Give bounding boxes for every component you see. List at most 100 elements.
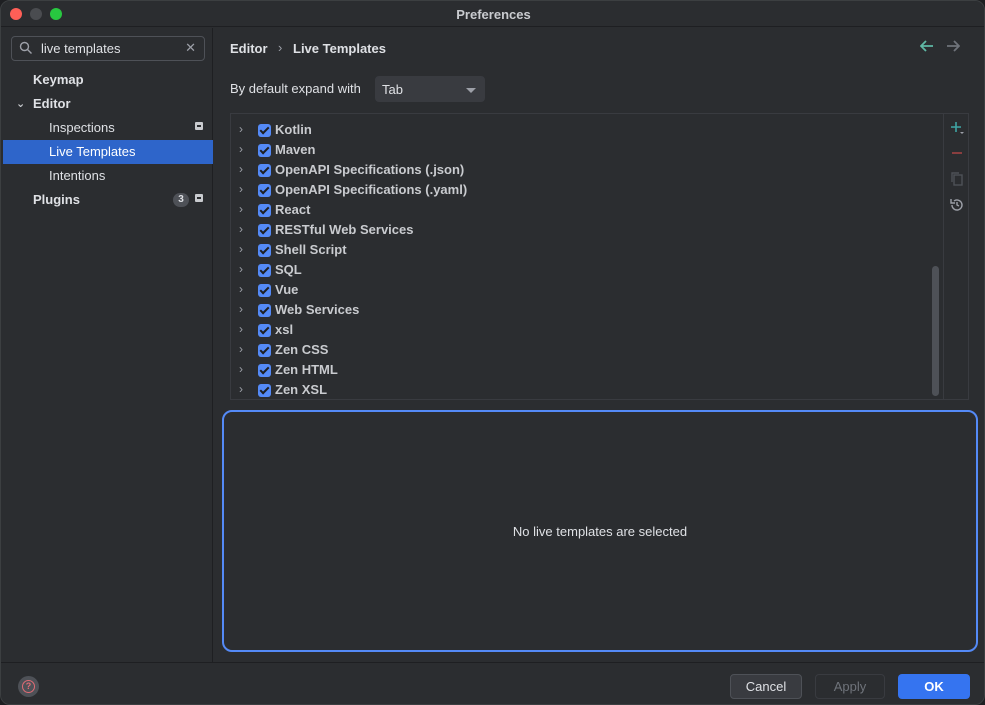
template-details-panel: No live templates are selected [222,410,978,652]
template-group-row[interactable]: › Web Services [231,300,943,320]
breadcrumb-live-templates: Live Templates [293,41,386,56]
chevron-right-icon[interactable]: › [239,362,243,376]
search-icon [19,41,32,54]
chevron-right-icon[interactable]: › [239,302,243,316]
chevron-right-icon[interactable]: › [239,322,243,336]
template-group-label: SQL [275,262,302,277]
sidebar-item-label: Inspections [49,120,115,135]
settings-search-field[interactable]: live templates ✕ [11,36,205,61]
group-enabled-checkbox[interactable] [258,124,271,137]
live-templates-content: By default expand with Tab › Kotlin › Maven… [214,64,984,662]
tree-toolbar [943,114,968,399]
chevron-right-icon[interactable]: › [239,202,243,216]
template-groups-tree[interactable]: › Kotlin › Maven › OpenAPI Specifications (.j… [230,113,969,400]
chevron-right-icon[interactable]: › [239,282,243,296]
template-group-row[interactable]: › Maven [231,140,943,160]
chevron-right-icon[interactable]: › [239,142,243,156]
template-group-row[interactable]: › SQL [231,260,943,280]
chevron-right-icon[interactable]: › [239,222,243,236]
back-arrow-icon[interactable] [920,40,934,52]
project-scope-icon [195,194,203,202]
template-group-row[interactable]: › OpenAPI Specifications (.json) [231,160,943,180]
template-group-row[interactable]: › Zen CSS [231,340,943,360]
expand-with-label: By default expand with [230,81,361,96]
copy-icon[interactable] [949,171,965,187]
template-group-label: Zen CSS [275,342,329,357]
chevron-right-icon[interactable]: › [239,242,243,256]
help-icon: ? [22,680,35,693]
template-group-row[interactable]: › xsl [231,320,943,340]
sidebar-item-plugins[interactable]: Plugins 3 [3,188,213,212]
group-enabled-checkbox[interactable] [258,244,271,257]
group-enabled-checkbox[interactable] [258,264,271,277]
template-group-label: Zen HTML [275,362,338,377]
template-group-label: OpenAPI Specifications (.json) [275,162,465,177]
chevron-right-icon[interactable]: › [239,122,243,136]
sidebar-item-label: Intentions [49,168,106,183]
breadcrumb-editor[interactable]: Editor [230,41,268,56]
help-button[interactable]: ? [18,676,39,697]
chevron-down-icon[interactable]: ⌄ [16,92,25,116]
group-enabled-checkbox[interactable] [258,144,271,157]
title-bar: Preferences [1,1,984,27]
breadcrumb: Editor › Live Templates [214,28,984,64]
project-scope-icon [195,122,203,130]
group-enabled-checkbox[interactable] [258,384,271,397]
template-group-label: Web Services [275,302,360,317]
chevron-right-icon[interactable]: › [239,342,243,356]
sidebar-item-editor[interactable]: ⌄ Editor [3,92,213,116]
template-group-row[interactable]: › Zen HTML [231,360,943,380]
sidebar-item-keymap[interactable]: Keymap [3,68,213,92]
remove-icon[interactable] [949,145,965,161]
search-input[interactable]: live templates [41,41,120,56]
template-group-row[interactable]: › RESTful Web Services [231,220,943,240]
sidebar-item-live-templates[interactable]: Live Templates [3,140,213,164]
template-group-row[interactable]: › OpenAPI Specifications (.yaml) [231,180,943,200]
template-group-label: xsl [275,322,294,337]
group-enabled-checkbox[interactable] [258,364,271,377]
template-group-label: Shell Script [275,242,347,257]
chevron-right-icon[interactable]: › [239,182,243,196]
apply-button[interactable]: Apply [815,674,885,699]
template-group-label: Zen XSL [275,382,328,397]
sidebar-item-intentions[interactable]: Intentions [3,164,213,188]
chevron-right-icon[interactable]: › [239,262,243,276]
chevron-right-icon[interactable]: › [239,382,243,396]
plugins-update-count-badge: 3 [173,193,189,207]
add-icon[interactable] [949,120,965,136]
template-group-label: Maven [275,142,316,157]
settings-main-panel: Editor › Live Templates By default expan… [214,28,984,662]
template-group-row[interactable]: › Shell Script [231,240,943,260]
template-groups-list: › Kotlin › Maven › OpenAPI Specifications (.j… [231,114,943,399]
group-enabled-checkbox[interactable] [258,284,271,297]
sidebar-item-inspections[interactable]: Inspections [3,116,213,140]
template-group-row[interactable]: › Vue [231,280,943,300]
group-enabled-checkbox[interactable] [258,224,271,237]
group-enabled-checkbox[interactable] [258,324,271,337]
group-enabled-checkbox[interactable] [258,204,271,217]
template-group-row[interactable]: › Kotlin [231,120,943,140]
chevron-right-icon[interactable]: › [239,162,243,176]
empty-selection-message: No live templates are selected [512,524,688,539]
template-group-label: OpenAPI Specifications (.yaml) [275,182,468,197]
clear-search-icon[interactable]: ✕ [185,40,196,56]
expand-with-dropdown[interactable]: Tab [375,76,485,102]
template-group-row[interactable]: › React [231,200,943,220]
settings-sidebar: live templates ✕ Keymap ⌄ Editor Inspect… [1,28,213,662]
breadcrumb-separator: › [278,40,283,55]
group-enabled-checkbox[interactable] [258,304,271,317]
cancel-button[interactable]: Cancel [730,674,802,699]
ok-button[interactable]: OK [898,674,970,699]
group-enabled-checkbox[interactable] [258,184,271,197]
template-group-label: Kotlin [275,122,312,137]
sidebar-item-label: Editor [33,96,71,111]
template-group-label: Vue [275,282,299,297]
group-enabled-checkbox[interactable] [258,164,271,177]
template-group-row[interactable]: › Zen XSL [231,380,943,399]
restore-defaults-icon[interactable] [949,197,965,213]
group-enabled-checkbox[interactable] [258,344,271,357]
tree-scrollbar[interactable] [932,266,939,396]
sidebar-item-label: Keymap [33,72,84,87]
forward-arrow-icon[interactable] [946,40,960,52]
preferences-window: Preferences live templates ✕ Keymap ⌄ Ed… [0,0,985,705]
